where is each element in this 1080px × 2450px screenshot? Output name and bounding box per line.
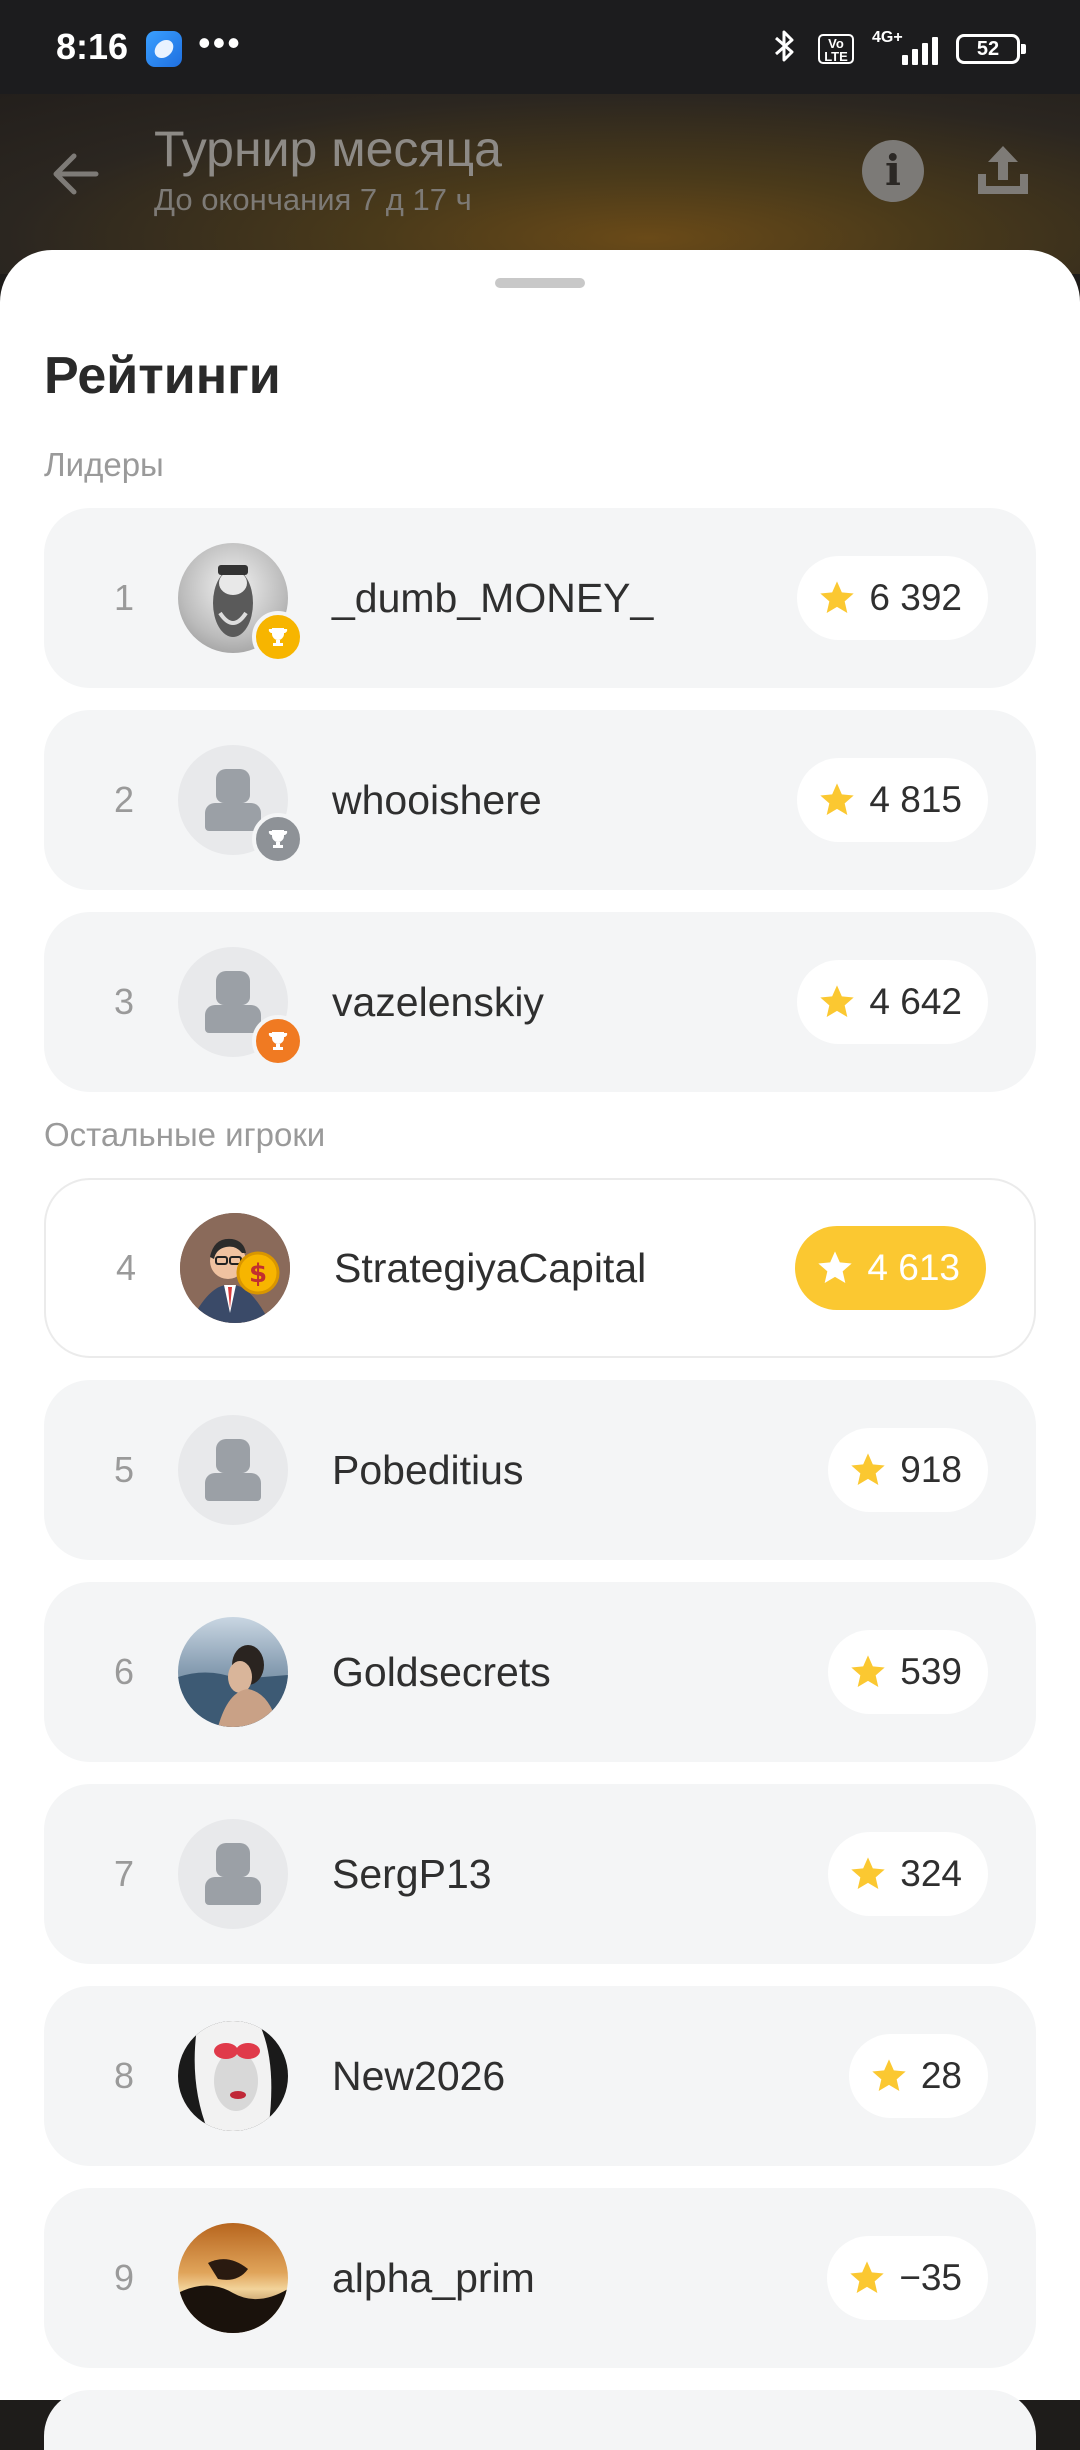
score-badge: 918 xyxy=(828,1428,988,1512)
signal-icon: 4G+ xyxy=(872,29,938,65)
username: _dumb_MONEY_ xyxy=(332,575,654,621)
star-icon xyxy=(851,1857,885,1889)
player-row[interactable] xyxy=(44,2390,1036,2450)
username: StrategiyaCapital xyxy=(334,1245,647,1291)
player-row[interactable]: 7 SergP13 324 xyxy=(44,1784,1036,1964)
username: Pobeditius xyxy=(332,1447,524,1493)
back-button[interactable] xyxy=(46,144,106,204)
status-time: 8:16 xyxy=(56,26,129,67)
score-value: 4 642 xyxy=(869,981,962,1022)
gold-trophy-icon xyxy=(252,611,304,663)
leader-row[interactable]: 1 _dumb_MONEY_ 6 392 xyxy=(44,508,1036,688)
sheet-title: Рейтинги xyxy=(44,347,281,405)
player-row[interactable]: 8 New2026 28 xyxy=(44,1986,1036,2166)
score-value: 6 392 xyxy=(869,577,962,618)
star-icon xyxy=(820,581,855,613)
score-badge: 4 642 xyxy=(797,960,988,1044)
username: Goldsecrets xyxy=(332,1649,551,1695)
score-badge: 6 392 xyxy=(797,556,988,640)
star-icon xyxy=(820,985,855,1017)
score-value: 4 613 xyxy=(867,1247,960,1288)
star-icon xyxy=(872,2059,906,2091)
avatar xyxy=(178,2223,288,2333)
score-badge: 28 xyxy=(848,2034,988,2118)
username: alpha_prim xyxy=(332,2255,535,2301)
time-remaining: До окончания 7 д 17 ч xyxy=(154,182,472,217)
score-badge: 324 xyxy=(828,1832,988,1916)
score-badge: 4 613 xyxy=(795,1226,986,1310)
avatar-placeholder-icon xyxy=(178,1819,288,1929)
username: vazelenskiy xyxy=(332,979,544,1025)
score-badge: 539 xyxy=(828,1630,988,1714)
svg-text:$: $ xyxy=(249,1259,267,1289)
avatar xyxy=(178,1617,288,1727)
score-value: −35 xyxy=(899,2257,962,2298)
ratings-sheet: Рейтинги Лидеры 1 _dumb_MONEY_ 6 392 2 w… xyxy=(0,250,1080,2450)
app-notification-icon xyxy=(146,31,182,67)
score-value: 4 815 xyxy=(869,779,962,820)
network-type: 4G+ xyxy=(872,29,903,46)
share-button[interactable] xyxy=(970,138,1036,204)
player-row[interactable]: 5 Pobeditius 918 xyxy=(44,1380,1036,1560)
score-badge: −35 xyxy=(827,2236,988,2320)
leaders-label: Лидеры xyxy=(44,446,164,483)
score-badge: 4 815 xyxy=(797,758,988,842)
username: New2026 xyxy=(332,2053,506,2099)
bronze-trophy-icon xyxy=(252,1015,304,1067)
bluetooth-icon xyxy=(770,28,800,70)
star-icon xyxy=(820,783,855,815)
drag-handle[interactable] xyxy=(495,278,585,288)
score-value: 28 xyxy=(920,2055,962,2096)
share-icon xyxy=(978,146,1028,194)
star-icon xyxy=(851,1453,885,1485)
score-value: 324 xyxy=(900,1853,962,1894)
page-title: Турнир месяца xyxy=(154,121,502,177)
star-icon xyxy=(850,2261,884,2293)
avatar xyxy=(178,2021,288,2131)
arrow-left-icon xyxy=(53,153,99,195)
status-bar: 8:16 ••• Vo LTE 4G+ 52 xyxy=(0,0,1080,94)
battery-icon: 52 xyxy=(956,34,1026,64)
info-button[interactable]: i xyxy=(862,140,924,202)
leader-row[interactable]: 3 vazelenskiy 4 642 xyxy=(44,912,1036,1092)
silver-trophy-icon xyxy=(252,813,304,865)
score-value: 539 xyxy=(900,1651,962,1692)
info-icon: i xyxy=(885,146,901,195)
avatar: $ xyxy=(180,1213,290,1323)
current-user-row[interactable]: 4 $ StrategiyaCapital 4 613 xyxy=(44,1178,1036,1358)
avatar-placeholder-icon xyxy=(178,1415,288,1525)
star-icon xyxy=(818,1251,853,1283)
username: SergP13 xyxy=(332,1851,492,1897)
leader-row[interactable]: 2 whooishere 4 815 xyxy=(44,710,1036,890)
star-icon xyxy=(851,1655,885,1687)
player-row[interactable]: 6 Goldsecrets 539 xyxy=(44,1582,1036,1762)
player-row[interactable]: 9 alpha_prim −35 xyxy=(44,2188,1036,2368)
tournament-header: Турнир месяца До окончания 7 д 17 ч i xyxy=(0,94,1080,274)
others-label: Остальные игроки xyxy=(44,1116,326,1153)
more-notifications-icon: ••• xyxy=(198,22,242,63)
score-value: 918 xyxy=(900,1449,962,1490)
username: whooishere xyxy=(332,777,542,823)
volte-icon: Vo LTE xyxy=(818,34,854,64)
